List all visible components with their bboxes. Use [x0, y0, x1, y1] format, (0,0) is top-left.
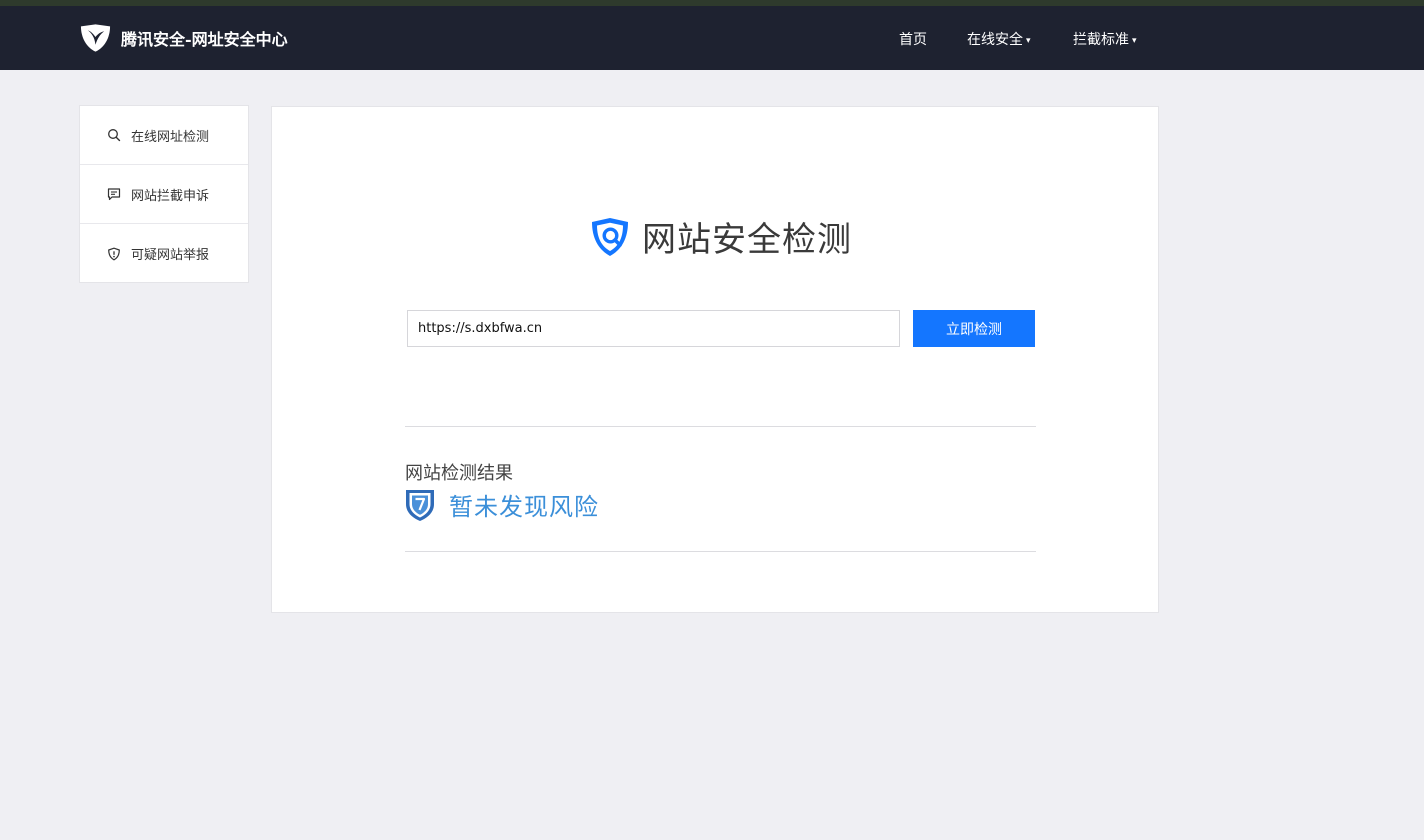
- nav-online-security-label: 在线安全: [967, 32, 1023, 48]
- nav-online-security[interactable]: 在线安全 ▾: [967, 29, 1031, 49]
- shield-alert-icon: [108, 247, 120, 260]
- sidebar-item-label: 网站拦截申诉: [131, 188, 210, 204]
- chevron-down-icon: ▾: [1132, 36, 1137, 46]
- tencent-security-logo-icon: [80, 24, 111, 52]
- sidebar-item-label: 在线网址检测: [131, 129, 210, 145]
- main-panel: 网站安全检测 立即检测 网站检测结果 暂未发现风险: [271, 106, 1159, 613]
- safe-shield-icon: [406, 489, 434, 521]
- page-title: 网站安全检测: [642, 220, 852, 260]
- divider: [405, 426, 1036, 427]
- nav-home[interactable]: 首页: [899, 29, 927, 49]
- search-icon: [108, 129, 121, 142]
- sidebar-item-url-check[interactable]: 在线网址检测: [80, 106, 248, 165]
- sidebar-item-report[interactable]: 可疑网站举报: [80, 224, 248, 283]
- brand-title: 腾讯安全-网址安全中心: [121, 30, 288, 49]
- brand[interactable]: 腾讯安全-网址安全中心: [79, 20, 288, 56]
- page-heading: 网站安全检测: [588, 212, 852, 261]
- message-icon: [107, 188, 121, 201]
- shield-search-icon: [592, 217, 628, 256]
- site-header: 腾讯安全-网址安全中心 首页 在线安全 ▾ 拦截标准 ▾: [0, 6, 1424, 70]
- nav-block-standard-label: 拦截标准: [1073, 32, 1129, 48]
- nav-block-standard[interactable]: 拦截标准 ▾: [1073, 29, 1137, 49]
- result-text: 暂未发现风险: [449, 493, 599, 521]
- sidebar-item-appeal[interactable]: 网站拦截申诉: [80, 165, 248, 224]
- result-label: 网站检测结果: [405, 463, 513, 484]
- sidebar-item-label: 可疑网站举报: [131, 248, 210, 263]
- check-now-button[interactable]: 立即检测: [913, 310, 1035, 347]
- divider: [405, 551, 1036, 552]
- result-status: 暂未发现风险: [405, 487, 599, 522]
- nav-home-label: 首页: [899, 32, 927, 48]
- url-input[interactable]: [407, 310, 900, 347]
- sidebar: 在线网址检测 网站拦截申诉 可疑网站举报: [79, 105, 249, 283]
- chevron-down-icon: ▾: [1026, 36, 1031, 46]
